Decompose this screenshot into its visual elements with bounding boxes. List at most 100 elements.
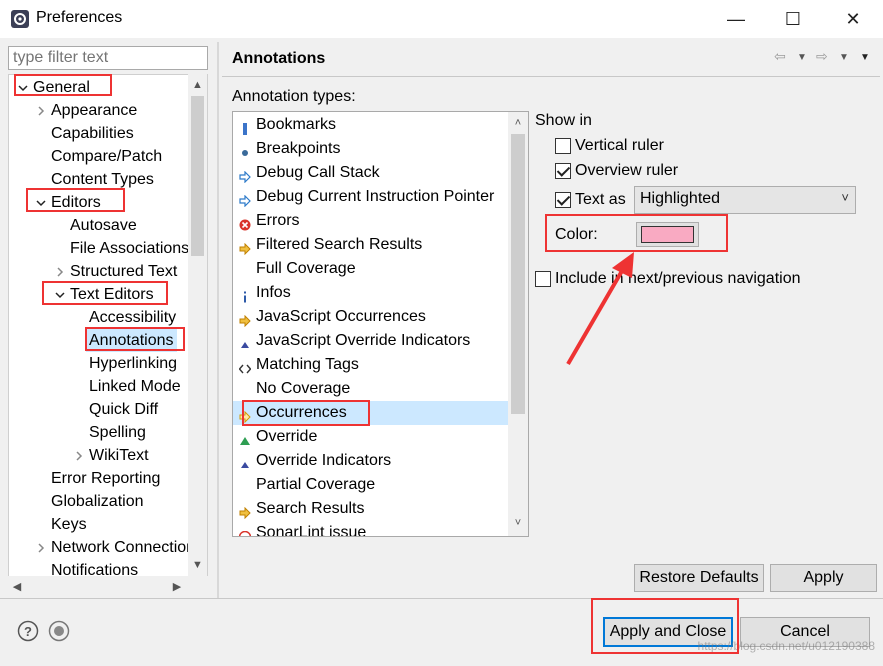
text-as-label: Text as bbox=[575, 191, 626, 208]
annotation-type-override-indicators[interactable]: Override Indicators bbox=[233, 449, 509, 473]
annotation-type-bookmarks[interactable]: Bookmarks bbox=[233, 113, 509, 137]
window-title: Preferences bbox=[36, 9, 123, 26]
annotation-type-label: Bookmarks bbox=[256, 116, 337, 133]
tree-item-autosave[interactable]: Autosave bbox=[70, 214, 137, 237]
tree-item-label: Capabilities bbox=[51, 125, 134, 142]
annotation-type-breakpoints[interactable]: Breakpoints bbox=[233, 137, 509, 161]
back-arrow-icon[interactable]: ⇦ bbox=[774, 48, 786, 65]
annotation-type-label: JavaScript Occurrences bbox=[256, 308, 426, 325]
maximize-button[interactable]: ☐ bbox=[770, 0, 816, 38]
annotation-type-infos[interactable]: Infos bbox=[233, 281, 509, 305]
annotation-type-no-coverage[interactable]: No Coverage bbox=[233, 377, 509, 401]
green-triangle-icon bbox=[239, 431, 251, 445]
close-button[interactable]: ✕ bbox=[830, 0, 876, 38]
highlight-color bbox=[545, 214, 728, 252]
chevron-up-icon[interactable]: ˄ bbox=[508, 114, 528, 132]
apply-button[interactable]: Apply bbox=[770, 564, 877, 592]
annotation-type-label: Infos bbox=[256, 284, 291, 301]
annotation-type-debug-call-stack[interactable]: Debug Call Stack bbox=[233, 161, 509, 185]
annotation-type-label: Matching Tags bbox=[256, 356, 359, 373]
tree-item-capabilities[interactable]: Capabilities bbox=[51, 122, 134, 145]
show-in-label: Show in bbox=[535, 112, 592, 129]
back-menu-icon[interactable]: ▼ bbox=[797, 52, 807, 63]
chevron-left-icon[interactable]: ◀ bbox=[10, 578, 24, 594]
highlight-general bbox=[14, 74, 112, 96]
sonarlint-icon bbox=[238, 527, 252, 536]
bookmark-icon bbox=[239, 119, 251, 135]
restore-defaults-button[interactable]: Restore Defaults bbox=[634, 564, 764, 592]
tree-item-quick-diff[interactable]: Quick Diff bbox=[89, 398, 158, 421]
annotation-list-scroll-thumb[interactable] bbox=[511, 134, 525, 414]
chevron-right-icon[interactable] bbox=[35, 105, 47, 117]
arrow-icon bbox=[239, 167, 251, 184]
tree-item-label: Error Reporting bbox=[51, 470, 161, 487]
tree-item-label: Content Types bbox=[51, 171, 154, 188]
override-icon bbox=[239, 335, 251, 348]
annotation-type-matching-tags[interactable]: Matching Tags bbox=[233, 353, 509, 377]
tree-item-label: Autosave bbox=[70, 217, 137, 234]
tree-item-label: WikiText bbox=[89, 447, 149, 464]
tree-item-globalization[interactable]: Globalization bbox=[51, 490, 144, 513]
tree-item-label: Appearance bbox=[51, 102, 138, 119]
overview-ruler-label: Overview ruler bbox=[575, 162, 679, 179]
annotation-types-list: Bookmarks Breakpoints Debug Call Stack Debu… bbox=[232, 111, 529, 537]
tree-item-appearance[interactable]: Appearance bbox=[51, 99, 137, 122]
tree-item-compare-patch[interactable]: Compare/Patch bbox=[51, 145, 162, 168]
tree-item-error-reporting[interactable]: Error Reporting bbox=[51, 467, 160, 490]
breakpoint-icon bbox=[239, 143, 251, 156]
view-menu-icon[interactable]: ▼ bbox=[860, 52, 870, 63]
chevron-right-icon[interactable] bbox=[73, 450, 85, 462]
tree-scroll-thumb[interactable] bbox=[191, 96, 204, 256]
annotation-type-label: Full Coverage bbox=[256, 260, 356, 277]
annotation-type-errors[interactable]: Errors bbox=[233, 209, 509, 233]
minimize-button[interactable]: — bbox=[713, 0, 759, 38]
annotation-type-override[interactable]: Override bbox=[233, 425, 509, 449]
tree-item-file-associations[interactable]: File Associations bbox=[70, 237, 189, 260]
annotation-type-full-coverage[interactable]: Full Coverage bbox=[233, 257, 509, 281]
vertical-ruler-checkbox[interactable] bbox=[555, 138, 571, 154]
annotation-type-label: Debug Call Stack bbox=[256, 164, 380, 181]
forward-arrow-icon[interactable]: ⇨ bbox=[816, 48, 828, 65]
annotation-arrow bbox=[566, 252, 634, 366]
text-as-select[interactable]: Highlighted ˅ bbox=[634, 186, 856, 214]
annotation-type-javascript-occurrences[interactable]: JavaScript Occurrences bbox=[233, 305, 509, 329]
tree-item-label: Accessibility bbox=[89, 309, 177, 326]
annotation-type-label: Errors bbox=[256, 212, 300, 229]
vertical-ruler-label: Vertical ruler bbox=[575, 137, 664, 154]
tree-item-accessibility[interactable]: Accessibility bbox=[89, 306, 176, 329]
filter-input[interactable] bbox=[8, 46, 208, 70]
tags-icon bbox=[238, 359, 252, 374]
tree-item-hyperlinking[interactable]: Hyperlinking bbox=[89, 352, 177, 375]
sash-splitter[interactable] bbox=[217, 42, 219, 598]
tree-item-label: Linked Mode bbox=[89, 378, 181, 395]
tree-item-label: Hyperlinking bbox=[89, 355, 178, 372]
annotation-type-search-results[interactable]: Search Results bbox=[233, 497, 509, 521]
overview-ruler-checkbox[interactable] bbox=[555, 163, 571, 179]
annotation-type-debug-current-instruction-pointer[interactable]: Debug Current Instruction Pointer bbox=[233, 185, 509, 209]
chevron-down-icon: ˅ bbox=[841, 190, 849, 205]
tree-item-spelling[interactable]: Spelling bbox=[89, 421, 146, 444]
tree-item-linked-mode[interactable]: Linked Mode bbox=[89, 375, 181, 398]
forward-menu-icon[interactable]: ▼ bbox=[839, 52, 849, 63]
chevron-down-icon[interactable]: ˅ bbox=[508, 514, 528, 532]
chevron-right-icon[interactable]: ▶ bbox=[170, 578, 184, 594]
annotation-type-sonarlint-issue[interactable]: SonarLint issue bbox=[233, 521, 509, 536]
chevron-right-icon[interactable] bbox=[35, 542, 47, 554]
annotation-type-filtered-search-results[interactable]: Filtered Search Results bbox=[233, 233, 509, 257]
text-as-checkbox[interactable] bbox=[555, 192, 571, 208]
tree-item-wikitext[interactable]: WikiText bbox=[89, 444, 149, 467]
record-macro-icon[interactable] bbox=[48, 620, 70, 642]
chevron-up-icon[interactable]: ▲ bbox=[188, 76, 207, 94]
help-icon[interactable]: ? bbox=[17, 620, 39, 642]
annotation-type-partial-coverage[interactable]: Partial Coverage bbox=[233, 473, 509, 497]
tree-item-structured-text[interactable]: Structured Text bbox=[70, 260, 177, 283]
annotation-type-javascript-override-indicators[interactable]: JavaScript Override Indicators bbox=[233, 329, 509, 353]
chevron-down-icon[interactable]: ▼ bbox=[188, 556, 207, 574]
annotation-type-label: No Coverage bbox=[256, 380, 351, 397]
preferences-app-icon bbox=[11, 10, 29, 28]
tree-item-network-connections[interactable]: Network Connections bbox=[51, 536, 203, 559]
tree-item-keys[interactable]: Keys bbox=[51, 513, 87, 536]
search-arrow-icon bbox=[239, 311, 251, 328]
chevron-right-icon[interactable] bbox=[54, 266, 66, 278]
include-navigation-checkbox[interactable] bbox=[535, 271, 551, 287]
